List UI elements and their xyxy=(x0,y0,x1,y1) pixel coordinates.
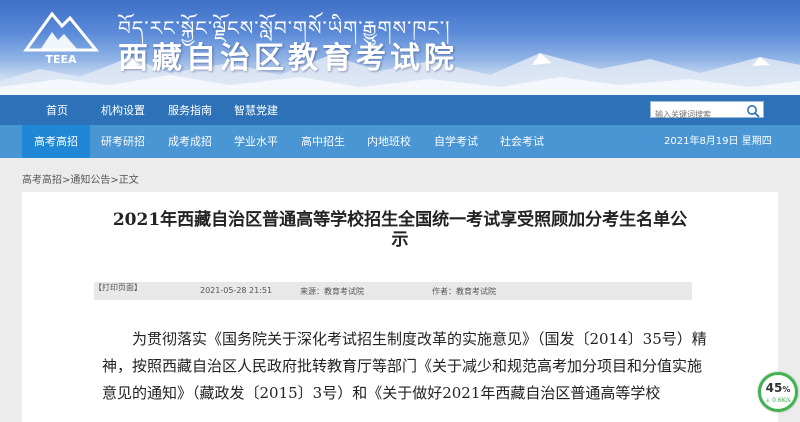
article-datetime: 2021-05-28 21:51 xyxy=(200,286,273,295)
header-banner: TEEA བོད་རང་སྐྱོང་ལྗོངས་སློབ་གསོ་ཡིག་རྒྱ… xyxy=(0,0,800,95)
tab-high-school-admission[interactable]: 高中招生 xyxy=(301,125,345,158)
nav-item-service-guide[interactable]: 服务指南 xyxy=(168,102,212,118)
search-input[interactable] xyxy=(651,107,743,122)
article-source: 来源：教育考试院 xyxy=(300,287,364,296)
site-logo[interactable]: TEEA xyxy=(22,6,100,68)
article-author: 作者：教育考试院 xyxy=(432,287,496,296)
speed-rate: ↓ 0.6K/s xyxy=(765,397,791,404)
speed-percent: 45% xyxy=(765,381,791,395)
current-date: 2021年8月19日 星期四 xyxy=(664,136,772,147)
tab-inland-classes[interactable]: 内地班校 xyxy=(367,125,411,158)
tab-gaokao[interactable]: 高考高招 xyxy=(22,125,90,158)
search-button[interactable] xyxy=(745,103,761,118)
tab-academic-level[interactable]: 学业水平 xyxy=(234,125,278,158)
article-panel: 2021年西藏自治区普通高等学校招生全国统一考试享受照顾加分考生名单公示 202… xyxy=(22,192,778,422)
tab-social-exam[interactable]: 社会考试 xyxy=(500,125,544,158)
tab-self-study-exam[interactable]: 自学考试 xyxy=(434,125,478,158)
nav-item-home[interactable]: 首页 xyxy=(46,102,68,118)
logo-text: TEEA xyxy=(45,53,77,66)
article-body: 为贯彻落实《国务院关于深化考试招生制度改革的实施意见》（国发〔2014〕35号）… xyxy=(102,326,712,407)
tab-graduate-exam[interactable]: 研考研招 xyxy=(101,125,145,158)
article-title: 2021年西藏自治区普通高等学校招生全国统一考试享受照顾加分考生名单公示 xyxy=(112,210,688,250)
article-meta-bar: 2021-05-28 21:51 来源：教育考试院 作者：教育考试院 【打印页面… xyxy=(94,282,692,300)
network-speed-widget[interactable]: 45% ↓ 0.6K/s xyxy=(758,372,798,412)
primary-nav: 首页 机构设置 服务指南 智慧党建 xyxy=(0,95,800,125)
print-page-link[interactable]: 【打印页面】 xyxy=(94,283,142,292)
secondary-nav: 高考高招 研考研招 成考成招 学业水平 高中招生 内地班校 自学考试 社会考试 … xyxy=(0,125,800,158)
article-paragraph: 为贯彻落实《国务院关于深化考试招生制度改革的实施意见》（国发〔2014〕35号）… xyxy=(102,330,707,402)
search-box xyxy=(650,101,764,122)
breadcrumb-item-current: 正文 xyxy=(118,175,139,186)
logo-mountain-icon: TEEA xyxy=(23,11,100,66)
tab-adult-exam[interactable]: 成考成招 xyxy=(168,125,212,158)
breadcrumb: 高考高招>通知公告>正文 xyxy=(22,171,139,186)
site-title: 西藏自治区教育考试院 xyxy=(118,41,458,76)
search-icon xyxy=(747,105,760,118)
breadcrumb-item-notices[interactable]: 通知公告 xyxy=(70,175,110,186)
nav-item-party-building[interactable]: 智慧党建 xyxy=(234,102,278,118)
nav-item-organization[interactable]: 机构设置 xyxy=(101,102,145,118)
breadcrumb-separator: > xyxy=(110,175,119,186)
breadcrumb-item-gaokao[interactable]: 高考高招 xyxy=(22,175,62,186)
